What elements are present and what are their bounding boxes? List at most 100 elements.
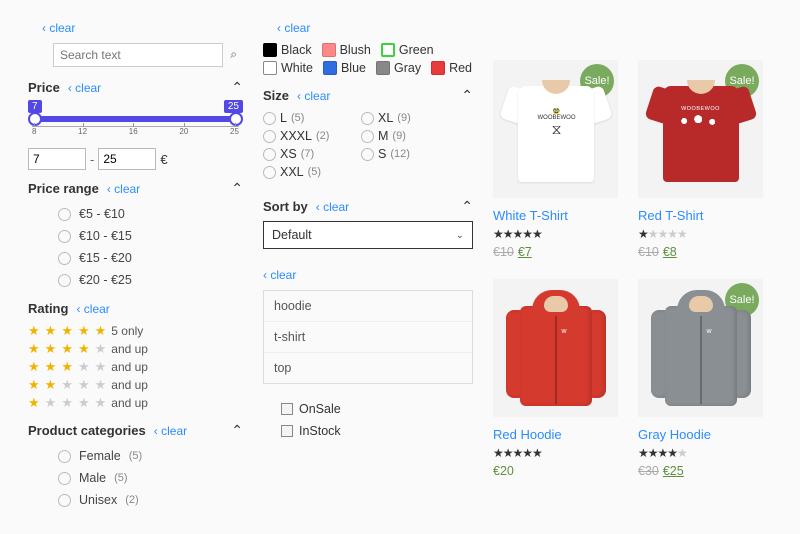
search-icon[interactable]: ⌕ bbox=[230, 47, 237, 62]
radio-icon bbox=[58, 252, 71, 265]
size-option[interactable]: XS (7) bbox=[263, 146, 343, 162]
term-item[interactable]: top bbox=[264, 353, 472, 383]
product-image: 🥸WOOBEWOO⧖ bbox=[506, 74, 606, 184]
product-image: w bbox=[651, 288, 751, 408]
chevron-up-icon[interactable]: ⌃ bbox=[461, 87, 473, 104]
slider-max-tip: 25 bbox=[224, 100, 243, 113]
onsale-checkbox-row[interactable]: OnSale bbox=[281, 398, 473, 420]
price-min-input[interactable] bbox=[28, 148, 86, 170]
color-option[interactable]: Green bbox=[381, 43, 434, 57]
price-range-option[interactable]: €20 - €25 bbox=[58, 269, 243, 291]
price-slider[interactable]: 7 25 812162025 bbox=[28, 104, 243, 144]
sort-title: Sort by bbox=[263, 199, 308, 214]
search-input[interactable] bbox=[53, 43, 223, 67]
term-list: hoodie t-shirt top bbox=[263, 290, 473, 384]
radio-icon bbox=[58, 274, 71, 287]
price-range-option[interactable]: €15 - €20 bbox=[58, 247, 243, 269]
rating-option[interactable]: ★★★★★and up bbox=[28, 358, 243, 376]
rating-stars: ★★★★★ bbox=[638, 227, 763, 241]
term-item[interactable]: hoodie bbox=[264, 291, 472, 322]
chevron-up-icon[interactable]: ⌃ bbox=[231, 180, 243, 197]
category-option[interactable]: Male(5) bbox=[58, 467, 243, 489]
size-option[interactable]: S (12) bbox=[361, 146, 441, 162]
product-card[interactable]: Sale! 🥸WOOBEWOO⧖ White T-Shirt ★★★★★ €10… bbox=[493, 60, 618, 259]
chevron-up-icon[interactable]: ⌃ bbox=[231, 422, 243, 439]
rating-option[interactable]: ★★★★★and up bbox=[28, 376, 243, 394]
chevron-down-icon: ⌄ bbox=[456, 230, 464, 241]
price-range-clear[interactable]: clear bbox=[107, 182, 140, 196]
chevron-up-icon[interactable]: ⌃ bbox=[231, 79, 243, 96]
product-image: WOOBEWOO bbox=[651, 74, 751, 184]
radio-icon bbox=[263, 148, 276, 161]
color-option[interactable]: Blush bbox=[322, 43, 371, 57]
price-title: Price bbox=[28, 80, 60, 95]
sort-clear[interactable]: clear bbox=[316, 200, 349, 214]
price-range-option[interactable]: €5 - €10 bbox=[58, 203, 243, 225]
size-list: L (5) XL (9) XXXL (2) M (9) XS (7) S (12) XXL … bbox=[263, 110, 473, 180]
size-title: Size bbox=[263, 88, 289, 103]
swatch-icon bbox=[323, 61, 337, 75]
color-option[interactable]: Blue bbox=[323, 61, 366, 75]
price-inputs: - € bbox=[28, 148, 243, 170]
categories-clear[interactable]: clear bbox=[154, 424, 187, 438]
sort-selected: Default bbox=[272, 228, 312, 242]
swatch-icon bbox=[381, 43, 395, 57]
price-range-option[interactable]: €10 - €15 bbox=[58, 225, 243, 247]
color-option[interactable]: Gray bbox=[376, 61, 421, 75]
swatch-icon bbox=[431, 61, 445, 75]
price-max-input[interactable] bbox=[98, 148, 156, 170]
rating-option[interactable]: ★★★★★5 only bbox=[28, 322, 243, 340]
rating-clear[interactable]: clear bbox=[76, 302, 109, 316]
instock-checkbox-row[interactable]: InStock bbox=[281, 420, 473, 442]
size-clear[interactable]: clear bbox=[297, 89, 330, 103]
size-option[interactable]: XXL (5) bbox=[263, 164, 343, 180]
slider-handle-max[interactable] bbox=[229, 112, 243, 126]
product-title: Gray Hoodie bbox=[638, 427, 763, 442]
color-option[interactable]: Black bbox=[263, 43, 312, 57]
product-card[interactable]: w Red Hoodie ★★★★★ €20 bbox=[493, 279, 618, 478]
checkbox-icon bbox=[281, 425, 293, 437]
currency-label: € bbox=[160, 152, 167, 167]
size-option[interactable]: L (5) bbox=[263, 110, 343, 126]
term-item[interactable]: t-shirt bbox=[264, 322, 472, 353]
size-option[interactable]: XXXL (2) bbox=[263, 128, 343, 144]
price-range-title: Price range bbox=[28, 181, 99, 196]
terms-clear[interactable]: clear bbox=[263, 268, 296, 282]
radio-icon bbox=[58, 208, 71, 221]
price-clear[interactable]: clear bbox=[68, 81, 101, 95]
rating-title: Rating bbox=[28, 301, 68, 316]
product-card[interactable]: Sale! w Gray Hoodie ★★★★★ €30€25 bbox=[638, 279, 763, 478]
chevron-up-icon[interactable]: ⌃ bbox=[461, 198, 473, 215]
radio-icon bbox=[58, 450, 71, 463]
radio-icon bbox=[263, 112, 276, 125]
color-option[interactable]: White bbox=[263, 61, 313, 75]
color-swatches: Black Blush Green White Blue Gray Red bbox=[263, 43, 473, 75]
rating-option[interactable]: ★★★★★and up bbox=[28, 394, 243, 412]
slider-rail bbox=[32, 116, 239, 122]
clear-all-1[interactable]: clear bbox=[42, 21, 75, 35]
radio-icon bbox=[58, 472, 71, 485]
price-header: Price clear ⌃ bbox=[28, 79, 243, 96]
categories-title: Product categories bbox=[28, 423, 146, 438]
search-box: ⌕ bbox=[53, 43, 243, 67]
rating-stars: ★★★★★ bbox=[638, 446, 763, 460]
rating-stars: ★★★★★ bbox=[493, 227, 618, 241]
category-option[interactable]: Unisex(2) bbox=[58, 489, 243, 511]
rating-option[interactable]: ★★★★★and up bbox=[28, 340, 243, 358]
colors-clear[interactable]: clear bbox=[277, 21, 310, 35]
category-option[interactable]: Female(5) bbox=[58, 445, 243, 467]
size-option[interactable]: XL (9) bbox=[361, 110, 441, 126]
product-card[interactable]: Sale! WOOBEWOO Red T-Shirt ★★★★★ €10€8 bbox=[638, 60, 763, 259]
checkbox-icon bbox=[281, 403, 293, 415]
slider-ruler: 812162025 bbox=[32, 126, 239, 140]
radio-icon bbox=[58, 230, 71, 243]
color-option[interactable]: Red bbox=[431, 61, 472, 75]
radio-icon bbox=[263, 166, 276, 179]
product-title: Red Hoodie bbox=[493, 427, 618, 442]
price-range-list: €5 - €10 €10 - €15 €15 - €20 €20 - €25 bbox=[28, 203, 243, 291]
swatch-icon bbox=[322, 43, 336, 57]
size-option[interactable]: M (9) bbox=[361, 128, 441, 144]
categories-list: Female(5) Male(5) Unisex(2) bbox=[28, 445, 243, 511]
sort-select[interactable]: Default ⌄ bbox=[263, 221, 473, 249]
radio-icon bbox=[58, 494, 71, 507]
